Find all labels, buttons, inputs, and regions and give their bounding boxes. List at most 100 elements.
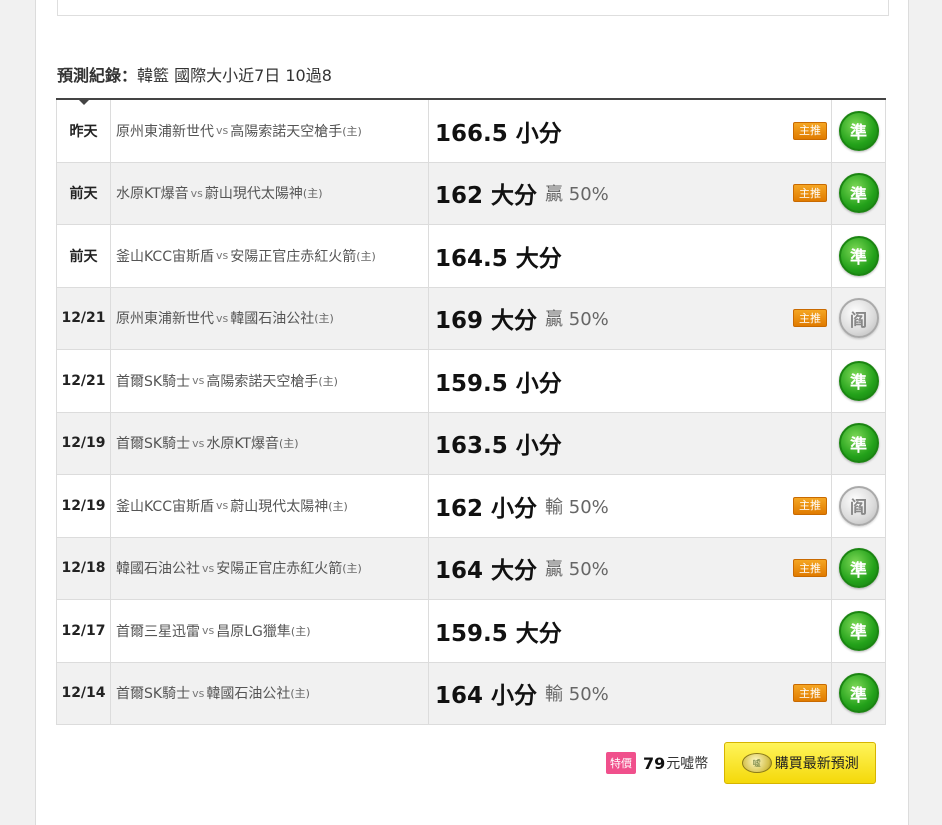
main-pick-badge: 主推 [793,559,827,578]
buy-latest-prediction-button[interactable]: 噓 購買最新預測 [724,742,877,784]
table-row: 12/19 首爾SK騎士 vs 水原KT爆音 (主) 163.5 小分準 [56,412,886,475]
home-marker: (主) [328,499,348,513]
row-date: 昨天 [56,100,111,162]
team-home: 高陽索諾天空槍手 [230,123,343,140]
record-heading: 預測紀錄：韓籃 國際大小近7日 10過8 [57,62,332,86]
team-home: 安陽正官庄赤紅火箭 [216,561,343,578]
purchase-bar: 特價 79 元噓幣 噓 購買最新預測 [606,741,888,785]
pick-value: 159.5 小分 [435,370,562,397]
row-pick: 159.5 小分 [429,350,832,412]
row-pick: 166.5 小分 主推 [429,100,832,162]
home-marker: (主) [302,187,323,201]
row-matchup: 原州東浦新世代 vs 韓國石油公社 (主) [111,287,429,349]
previous-section-box [57,0,889,16]
row-pick: 163.5 小分 [429,412,832,474]
table-row: 12/17 首爾三星迅雷 vs 昌原LG獵隼 (主) 159.5 大分準 [56,600,886,663]
row-matchup: 首爾三星迅雷 vs 昌原LG獵隼 (主) [111,600,429,662]
team-home: 安陽正官庄赤紅火箭 [230,248,357,265]
table-row: 昨天 原州東浦新世代 vs 高陽索諾天空槍手 (主) 166.5 小分 主推準 [56,100,886,163]
team-home: 昌原LG獵隼 [216,623,291,640]
team-home: 韓國石油公社 [230,311,315,328]
correct-icon: 準 [838,548,879,589]
vs-separator: vs [215,249,229,263]
home-marker: (主) [342,124,362,138]
main-pick-badge: 主推 [793,684,827,703]
row-date: 12/14 [56,662,111,724]
table-row: 前天 水原KT爆音 vs 蔚山現代太陽神 (主) 162 大分贏 50% 主推準 [56,162,886,225]
price-value: 79 [643,753,666,773]
pick-result-detail: 贏 50% [545,559,609,581]
team-home: 韓國石油公社 [206,686,291,703]
price-unit: 元噓幣 [666,756,709,772]
row-matchup: 韓國石油公社 vs 安陽正官庄赤紅火箭 (主) [111,537,429,599]
row-result: 準 [832,662,886,724]
main-pick-badge: 主推 [793,496,827,515]
vs-separator: vs [192,436,205,450]
row-result: 準 [832,162,886,224]
vs-separator: vs [215,499,229,513]
pick-result-detail: 贏 50% [545,184,609,206]
vs-separator: vs [202,624,215,638]
push-icon: 阎 [838,485,879,526]
pick-value: 162 小分 [435,495,538,522]
vs-separator: vs [192,686,205,700]
record-heading-label: 預測紀錄： [57,66,138,85]
pick-value: 162 大分 [435,183,538,210]
home-marker: (主) [318,374,338,388]
correct-icon: 準 [838,173,879,214]
home-marker: (主) [278,437,299,451]
vs-separator: vs [216,311,229,325]
special-price-tag: 特價 [606,752,636,774]
table-row: 12/14 首爾SK騎士 vs 韓國石油公社 (主) 164 小分輸 50% 主推準 [56,662,886,725]
row-date: 12/19 [56,412,111,474]
team-away: 韓國石油公社 [116,561,200,578]
row-date: 前天 [56,162,111,224]
pick-value: 169 大分 [435,308,538,335]
team-home: 蔚山現代太陽神 [204,186,303,203]
row-result: 阎 [832,287,886,349]
pick-result-detail: 輸 50% [545,496,609,518]
pick-value: 163.5 小分 [435,433,562,460]
pick-result-detail: 輸 50% [545,684,609,706]
row-date: 12/17 [56,600,111,662]
coin-icon: 噓 [741,753,772,773]
prediction-record-table: 昨天 原州東浦新世代 vs 高陽索諾天空槍手 (主) 166.5 小分 主推準前天 水原KT爆… [56,98,886,725]
table-row: 12/21 首爾SK騎士 vs 高陽索諾天空槍手 (主) 159.5 小分準 [56,350,886,413]
row-date: 前天 [56,225,111,287]
correct-icon: 準 [838,673,879,714]
main-pick-badge: 主推 [793,121,827,140]
home-marker: (主) [290,624,311,638]
correct-icon: 準 [838,423,879,464]
row-result: 準 [832,600,886,662]
vs-separator: vs [190,186,203,200]
home-marker: (主) [356,249,376,263]
row-pick: 169 大分贏 50% 主推 [429,287,832,349]
main-pick-badge: 主推 [793,309,827,328]
team-home: 蔚山現代太陽神 [230,498,329,515]
row-date: 12/21 [56,287,111,349]
row-matchup: 首爾SK騎士 vs 韓國石油公社 (主) [111,662,429,724]
row-matchup: 原州東浦新世代 vs 高陽索諾天空槍手 (主) [111,100,429,162]
row-pick: 162 大分贏 50% 主推 [429,162,832,224]
pick-value: 166.5 小分 [435,120,562,147]
row-matchup: 釜山KCC宙斯盾 vs 蔚山現代太陽神 (主) [111,475,429,537]
team-home: 高陽索諾天空槍手 [206,373,319,390]
home-marker: (主) [314,312,334,326]
row-pick: 164 小分輸 50% 主推 [429,662,832,724]
row-result: 準 [832,537,886,599]
pick-value: 164.5 大分 [435,245,562,272]
row-matchup: 水原KT爆音 vs 蔚山現代太陽神 (主) [111,162,429,224]
correct-icon: 準 [838,235,879,276]
team-away: 首爾三星迅雷 [116,623,200,640]
row-date: 12/21 [56,350,111,412]
row-result: 阎 [832,475,886,537]
vs-separator: vs [216,124,229,138]
pick-value: 164 小分 [435,683,538,710]
record-heading-value: 韓籃 國際大小近7日 10過8 [137,66,332,85]
row-date: 12/19 [56,475,111,537]
row-pick: 159.5 大分 [429,600,832,662]
row-matchup: 釜山KCC宙斯盾 vs 安陽正官庄赤紅火箭 (主) [111,225,429,287]
table-row: 12/21 原州東浦新世代 vs 韓國石油公社 (主) 169 大分贏 50% 主推阎 [56,287,886,350]
team-away: 首爾SK騎士 [116,436,191,453]
row-result: 準 [832,412,886,474]
